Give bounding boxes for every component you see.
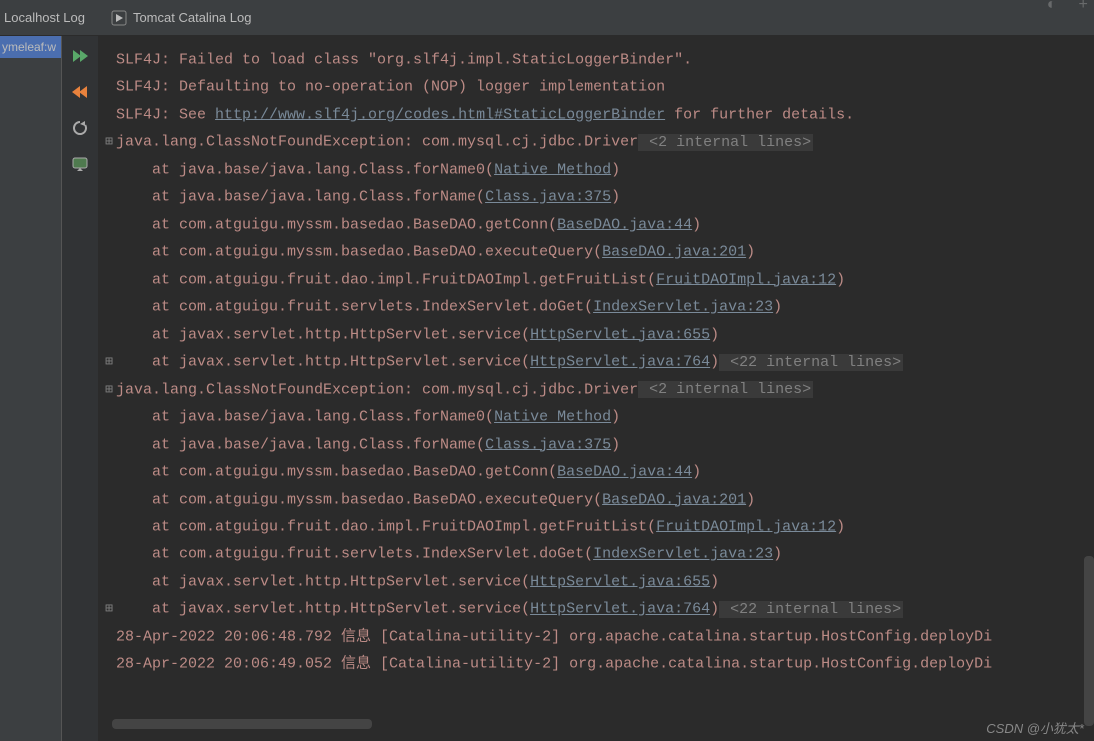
fold-gutter: [102, 321, 116, 348]
log-line: SLF4J: Defaulting to no-operation (NOP) …: [102, 73, 1094, 100]
log-line: at com.atguigu.fruit.servlets.IndexServl…: [102, 293, 1094, 320]
code-link[interactable]: HttpServlet.java:764: [530, 601, 710, 618]
fold-gutter: [102, 568, 116, 595]
fold-gutter: [102, 431, 116, 458]
horizontal-scrollbar[interactable]: [112, 719, 372, 729]
folded-lines[interactable]: <22 internal lines>: [719, 601, 903, 618]
expand-icon[interactable]: ⊞: [102, 376, 116, 403]
log-line: at javax.servlet.http.HttpServlet.servic…: [102, 568, 1094, 595]
console-gutter: [62, 36, 98, 741]
log-line: SLF4J: See http://www.slf4j.org/codes.ht…: [102, 101, 1094, 128]
log-line: at com.atguigu.myssm.basedao.BaseDAO.get…: [102, 458, 1094, 485]
fold-gutter: [102, 266, 116, 293]
code-link[interactable]: Class.java:375: [485, 189, 611, 206]
slf4j-link[interactable]: http://www.slf4j.org/codes.html#StaticLo…: [215, 106, 665, 123]
add-icon[interactable]: +: [1078, 0, 1088, 14]
code-link[interactable]: BaseDAO.java:201: [602, 244, 746, 261]
tab-label: Tomcat Catalina Log: [133, 10, 252, 25]
log-line: SLF4J: Failed to load class "org.slf4j.i…: [102, 46, 1094, 73]
fold-gutter: [102, 101, 116, 128]
expand-icon[interactable]: ⊞: [102, 128, 116, 155]
code-link[interactable]: FruitDAOImpl.java:12: [656, 271, 836, 288]
folded-lines[interactable]: <2 internal lines>: [638, 381, 813, 398]
log-line: at java.base/java.lang.Class.forName(Cla…: [102, 183, 1094, 210]
refresh-button[interactable]: [68, 116, 92, 140]
tab-catalina-log[interactable]: Tomcat Catalina Log: [107, 10, 256, 26]
code-link[interactable]: BaseDAO.java:201: [602, 491, 746, 508]
console-body: ymeleaf:w SLF4J: Failed to load class "o…: [0, 36, 1094, 741]
console-tabs-bar: Localhost Log Tomcat Catalina Log: [0, 0, 1094, 36]
code-link[interactable]: HttpServlet.java:655: [530, 573, 710, 590]
code-link[interactable]: Native Method: [494, 409, 611, 426]
fold-gutter: [102, 486, 116, 513]
fold-gutter: [102, 540, 116, 567]
fold-gutter: [102, 156, 116, 183]
fold-gutter: [102, 211, 116, 238]
fold-gutter: [102, 73, 116, 100]
vertical-scrollbar[interactable]: [1084, 556, 1094, 726]
code-link[interactable]: HttpServlet.java:764: [530, 354, 710, 371]
fold-gutter: [102, 183, 116, 210]
log-line: at com.atguigu.fruit.dao.impl.FruitDAOIm…: [102, 513, 1094, 540]
code-link[interactable]: BaseDAO.java:44: [557, 464, 692, 481]
code-link[interactable]: BaseDAO.java:44: [557, 216, 692, 233]
console-output-wrap: SLF4J: Failed to load class "org.slf4j.i…: [98, 36, 1094, 741]
log-line: at com.atguigu.myssm.basedao.BaseDAO.get…: [102, 211, 1094, 238]
fold-gutter: [102, 46, 116, 73]
log-line: ⊞java.lang.ClassNotFoundException: com.m…: [102, 128, 1094, 155]
fold-gutter: [102, 458, 116, 485]
log-line: at java.base/java.lang.Class.forName(Cla…: [102, 431, 1094, 458]
code-link[interactable]: IndexServlet.java:23: [593, 299, 773, 316]
log-line: at javax.servlet.http.HttpServlet.servic…: [102, 321, 1094, 348]
expand-icon[interactable]: ⊞: [102, 595, 116, 622]
console-output[interactable]: SLF4J: Failed to load class "org.slf4j.i…: [98, 36, 1094, 741]
code-link[interactable]: HttpServlet.java:655: [530, 326, 710, 343]
tree-item[interactable]: ymeleaf:w: [0, 36, 61, 58]
fold-gutter: [102, 513, 116, 540]
ide-window: ◐ + Localhost Log Tomcat Catalina Log ym…: [0, 0, 1094, 741]
log-line: at java.base/java.lang.Class.forName0(Na…: [102, 403, 1094, 430]
log-line: at com.atguigu.myssm.basedao.BaseDAO.exe…: [102, 486, 1094, 513]
top-right-icons: ◐ +: [1047, 0, 1088, 10]
log-line: 28-Apr-2022 20:06:48.792 信息 [Catalina-ut…: [102, 623, 1094, 650]
log-line: ⊞ at javax.servlet.http.HttpServlet.serv…: [102, 595, 1094, 622]
log-line: at java.base/java.lang.Class.forName0(Na…: [102, 156, 1094, 183]
code-link[interactable]: Native Method: [494, 161, 611, 178]
rerun-alternate-button[interactable]: [68, 80, 92, 104]
code-link[interactable]: FruitDAOImpl.java:12: [656, 518, 836, 535]
help-icon[interactable]: ◐: [1047, 0, 1057, 14]
project-tree[interactable]: ymeleaf:w: [0, 36, 62, 741]
code-link[interactable]: Class.java:375: [485, 436, 611, 453]
fold-gutter: [102, 650, 116, 677]
layout-button[interactable]: [68, 152, 92, 176]
play-icon: [111, 10, 127, 26]
folded-lines[interactable]: <22 internal lines>: [719, 354, 903, 371]
log-line: ⊞ at javax.servlet.http.HttpServlet.serv…: [102, 348, 1094, 375]
log-line: at com.atguigu.fruit.servlets.IndexServl…: [102, 540, 1094, 567]
fold-gutter: [102, 403, 116, 430]
tab-label: Localhost Log: [4, 10, 85, 25]
code-link[interactable]: IndexServlet.java:23: [593, 546, 773, 563]
fold-gutter: [102, 623, 116, 650]
log-line: at com.atguigu.fruit.dao.impl.FruitDAOIm…: [102, 266, 1094, 293]
tab-localhost-log[interactable]: Localhost Log: [0, 10, 89, 25]
expand-icon[interactable]: ⊞: [102, 348, 116, 375]
folded-lines[interactable]: <2 internal lines>: [638, 134, 813, 151]
log-line: ⊞java.lang.ClassNotFoundException: com.m…: [102, 376, 1094, 403]
watermark: CSDN @小犹太*: [986, 718, 1084, 737]
log-line: at com.atguigu.myssm.basedao.BaseDAO.exe…: [102, 238, 1094, 265]
rerun-button[interactable]: [68, 44, 92, 68]
log-line: 28-Apr-2022 20:06:49.052 信息 [Catalina-ut…: [102, 650, 1094, 677]
fold-gutter: [102, 238, 116, 265]
fold-gutter: [102, 293, 116, 320]
